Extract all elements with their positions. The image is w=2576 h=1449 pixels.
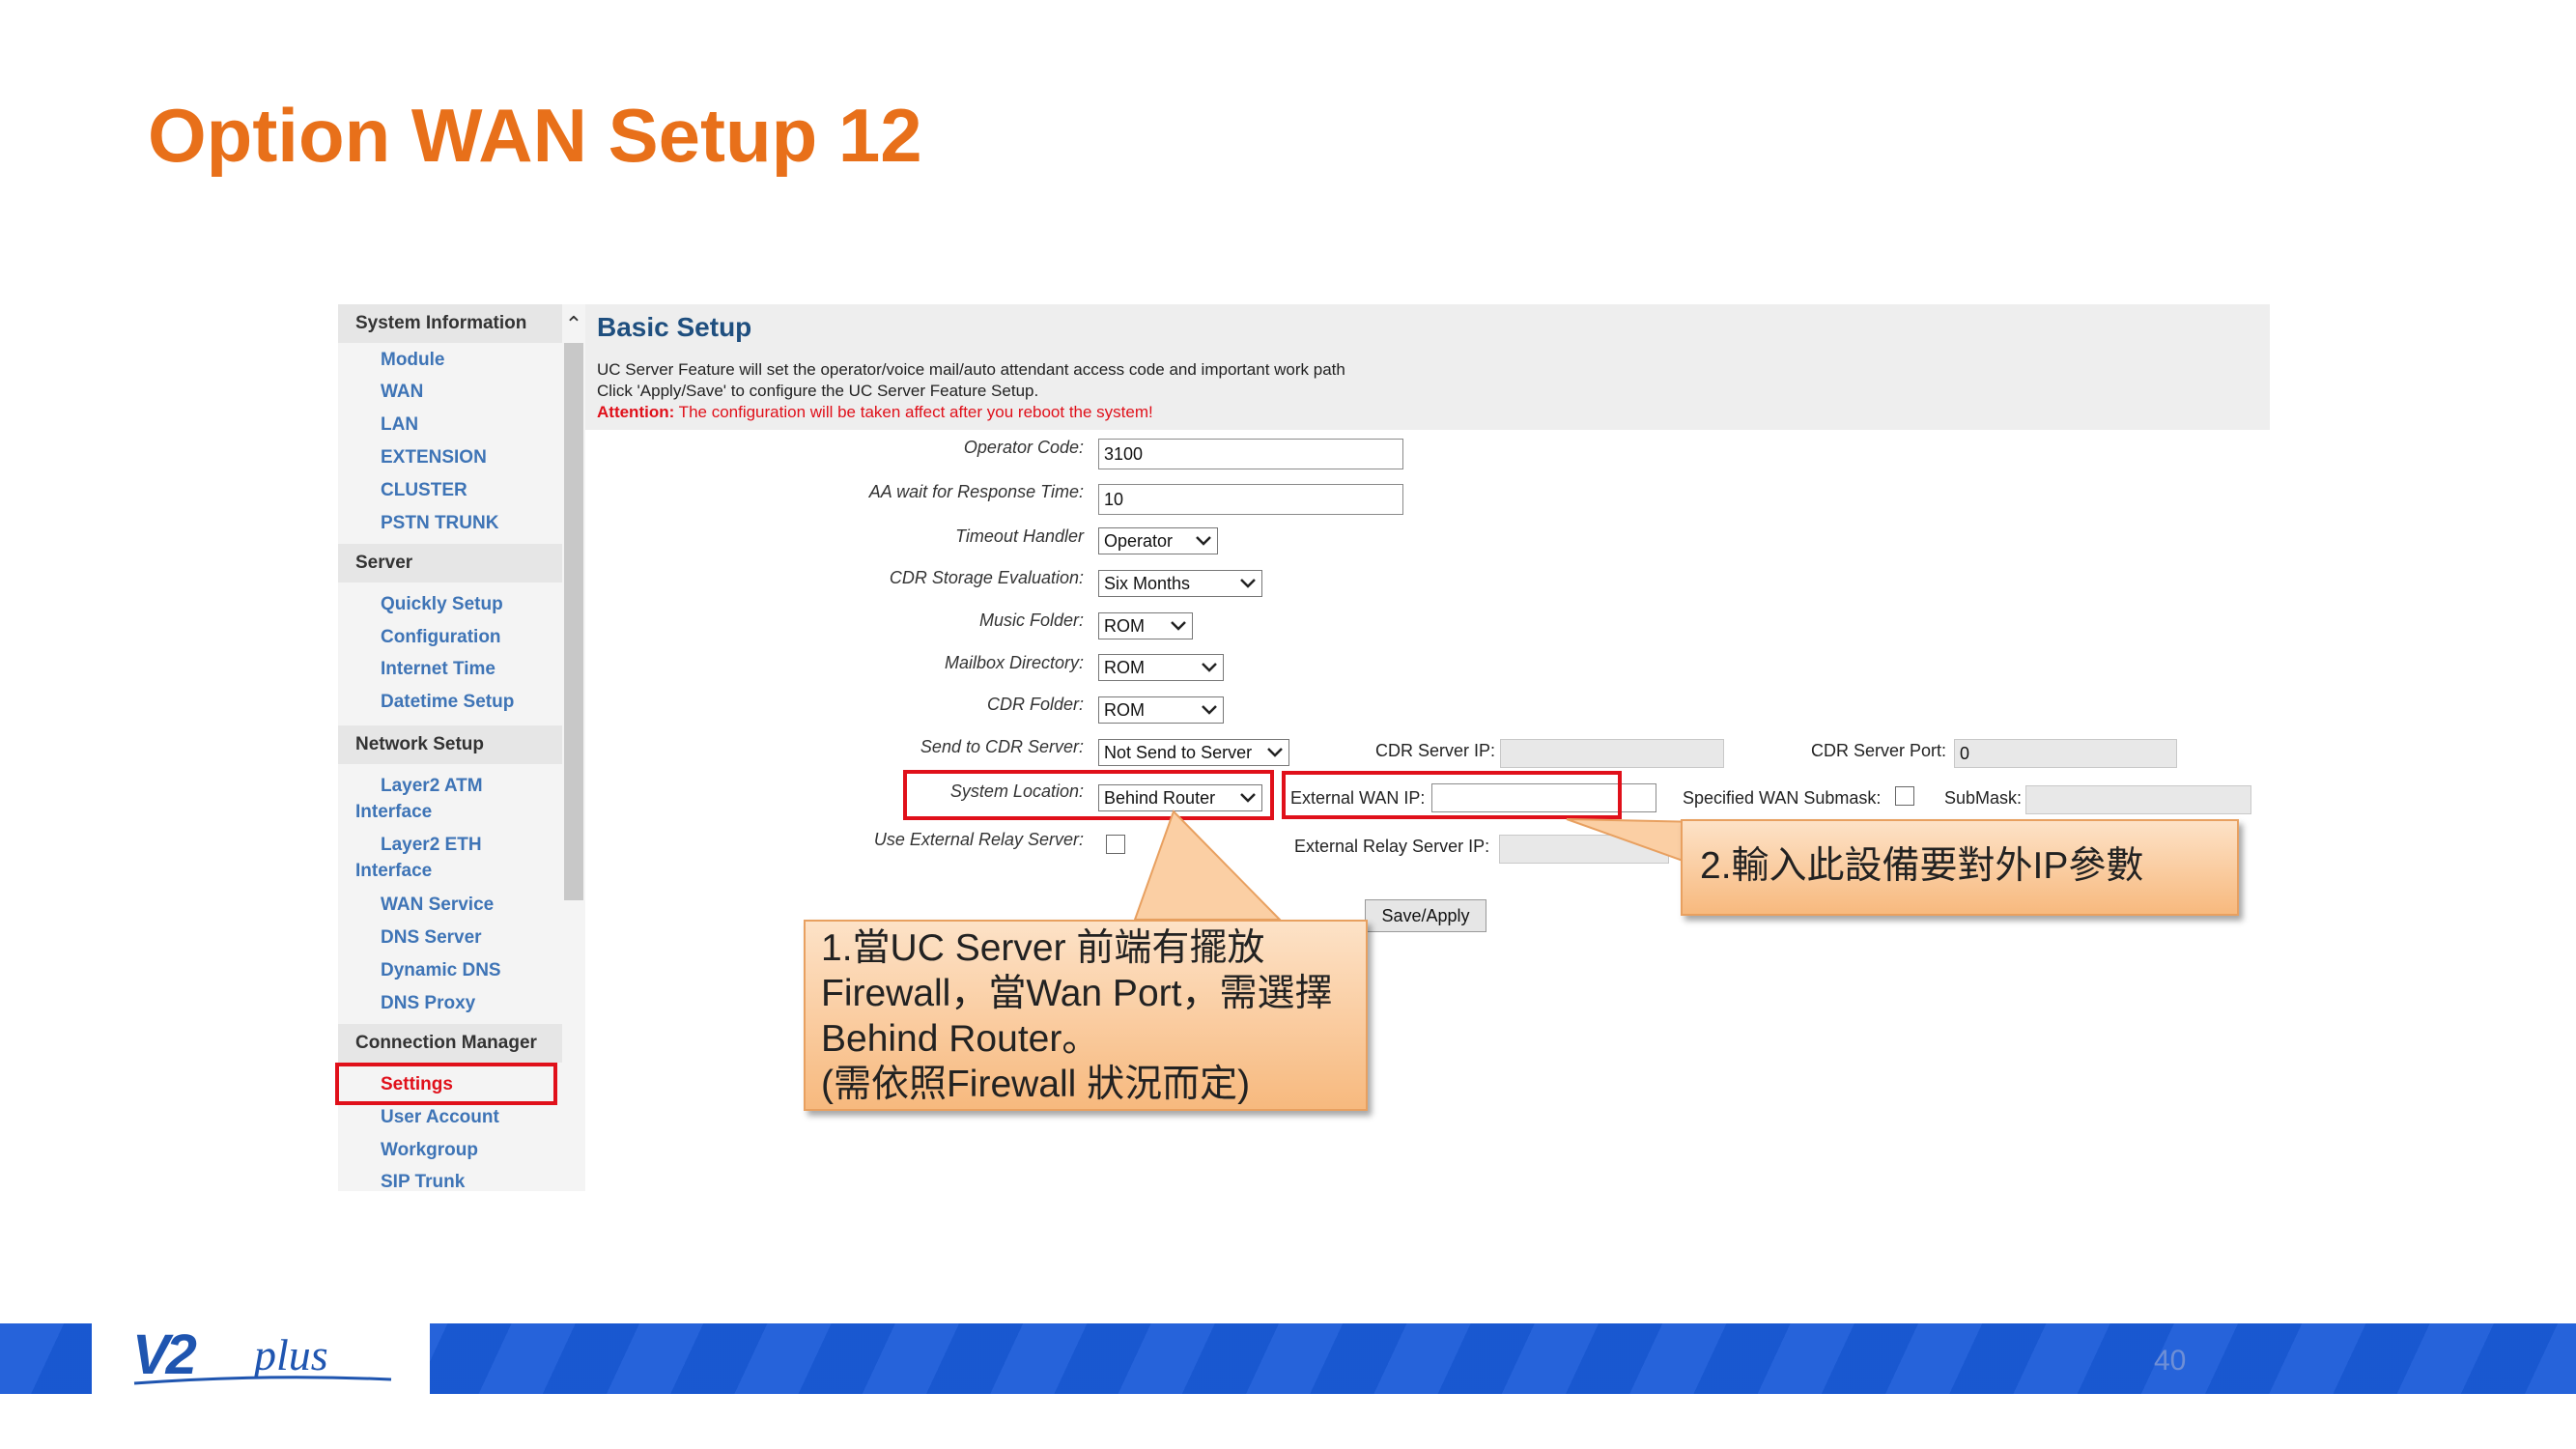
external-relay-ip-label: External Relay Server IP: [1294,837,1490,856]
sidebar-item-lan[interactable]: LAN [381,414,418,436]
attention-note: Attention: The configuration will be tak… [597,403,1153,422]
sidebar-item-extension[interactable]: EXTENSION [381,447,487,469]
callout-1-line-1: 1.當UC Server 前端有擺放 [821,927,1265,969]
send-to-cdr-label: Send to CDR Server: [920,737,1084,756]
operator-code-label: Operator Code: [963,438,1084,457]
sidebar-item-datetime-setup[interactable]: Datetime Setup [381,692,514,713]
sidebar-item-configuration[interactable]: Configuration [381,627,501,648]
aa-wait-label: AA wait for Response Time: [868,482,1084,501]
cdr-storage-label: CDR Storage Evaluation: [889,568,1084,587]
music-folder-value: ROM [1104,616,1145,636]
settings-highlight-box [335,1063,557,1105]
mailbox-directory-label: Mailbox Directory: [944,653,1084,672]
chevron-down-icon [1202,705,1217,715]
sidebar-heading-connection-manager[interactable]: Connection Manager [338,1024,562,1063]
timeout-handler-value: Operator [1104,531,1174,551]
sidebar-item-internet-time[interactable]: Internet Time [381,659,495,680]
sidebar-heading-system-information[interactable]: System Information [338,304,562,343]
cdr-folder-select[interactable]: ROM [1098,696,1224,724]
cdr-folder-value: ROM [1104,700,1145,720]
use-external-relay-checkbox[interactable] [1106,835,1125,854]
sidebar-item-layer2-eth[interactable]: Layer2 ETH Interface [355,832,549,884]
sidebar-item-dns-proxy[interactable]: DNS Proxy [381,993,475,1014]
music-folder-label: Music Folder: [978,611,1084,630]
page-title: Basic Setup [597,312,752,342]
callout-external-ip: 2.輸入此設備要對外IP參數 [1681,819,2239,916]
timeout-handler-select[interactable]: Operator [1098,527,1218,554]
scrollbar-thumb[interactable] [564,343,583,900]
sidebar-item-quickly-setup[interactable]: Quickly Setup [381,594,503,615]
system-location-highlight-box [903,770,1274,820]
sidebar-item-dns-server[interactable]: DNS Server [381,927,482,949]
submask-input[interactable] [2025,785,2251,814]
sidebar-heading-network-setup[interactable]: Network Setup [338,725,562,764]
mailbox-directory-value: ROM [1104,658,1145,677]
music-folder-select[interactable]: ROM [1098,612,1193,639]
cdr-server-ip-label: CDR Server IP: [1375,741,1496,760]
cdr-storage-value: Six Months [1104,574,1191,593]
svg-text:plus: plus [251,1330,328,1379]
sidebar-heading-server[interactable]: Server [338,544,562,582]
cdr-server-port-label: CDR Server Port: [1811,741,1947,760]
sidebar-item-layer2-atm[interactable]: Layer2 ATM Interface [355,773,549,825]
slide-title: Option WAN Setup 12 [148,93,922,178]
use-external-relay-label: Use External Relay Server: [873,830,1084,849]
send-to-cdr-value: Not Send to Server [1104,743,1253,762]
chevron-down-icon [1267,748,1283,757]
operator-code-input[interactable]: 3100 [1098,439,1403,469]
sidebar-item-module[interactable]: Module [381,350,445,371]
sidebar-item-sip-trunk[interactable]: SIP Trunk [381,1172,465,1193]
sidebar-item-pstn-trunk[interactable]: PSTN TRUNK [381,513,498,534]
external-relay-ip-input[interactable] [1499,835,1669,864]
callout-2-text: 2.輸入此設備要對外IP參數 [1700,845,2144,887]
description-line-2: Click 'Apply/Save' to configure the UC S… [597,382,1039,400]
cdr-storage-select[interactable]: Six Months [1098,570,1262,597]
description-line-1: UC Server Feature will set the operator/… [597,360,1345,379]
sidebar-item-cluster[interactable]: CLUSTER [381,480,467,501]
callout-1-line-3: Behind Router。 [821,1018,1100,1060]
chevron-down-icon [1202,663,1217,672]
send-to-cdr-select[interactable]: Not Send to Server [1098,739,1289,766]
attention-text: The configuration will be taken affect a… [674,403,1153,421]
page-number: 40 [2154,1345,2187,1377]
v2plus-logo: V2 plus [132,1323,392,1386]
cdr-server-ip-input[interactable] [1500,739,1724,768]
sidebar-item-user-account[interactable]: User Account [381,1107,499,1128]
aa-wait-input[interactable]: 10 [1098,484,1403,515]
sidebar-item-wan-service[interactable]: WAN Service [381,895,494,916]
chevron-down-icon [1240,579,1256,588]
cdr-folder-label: CDR Folder: [986,695,1084,714]
scroll-up-icon[interactable]: ⌃ [562,314,585,337]
callout-behind-router: 1.當UC Server 前端有擺放 Firewall，當Wan Port，需選… [804,920,1368,1111]
callout-1-line-4: (需依照Firewall 狀況而定) [821,1064,1251,1105]
chevron-down-icon [1171,621,1186,631]
submask-label: SubMask: [1944,788,2023,808]
svg-text:V2: V2 [132,1323,197,1386]
specified-wan-submask-checkbox[interactable] [1895,786,1914,806]
cdr-server-port-input[interactable]: 0 [1954,739,2177,768]
sidebar-item-workgroup[interactable]: Workgroup [381,1140,478,1161]
attention-label: Attention: [597,403,675,421]
sidebar-item-wan[interactable]: WAN [381,382,423,403]
chevron-down-icon [1196,536,1211,546]
sidebar-item-dynamic-dns[interactable]: Dynamic DNS [381,960,501,981]
timeout-handler-label: Timeout Handler [955,526,1084,546]
specified-wan-submask-label: Specified WAN Submask: [1683,788,1882,808]
mailbox-directory-select[interactable]: ROM [1098,654,1224,681]
external-wan-ip-highlight-box [1282,771,1622,819]
save-apply-button[interactable]: Save/Apply [1365,899,1486,932]
callout-1-line-2: Firewall，當Wan Port，需選擇 [821,973,1333,1014]
